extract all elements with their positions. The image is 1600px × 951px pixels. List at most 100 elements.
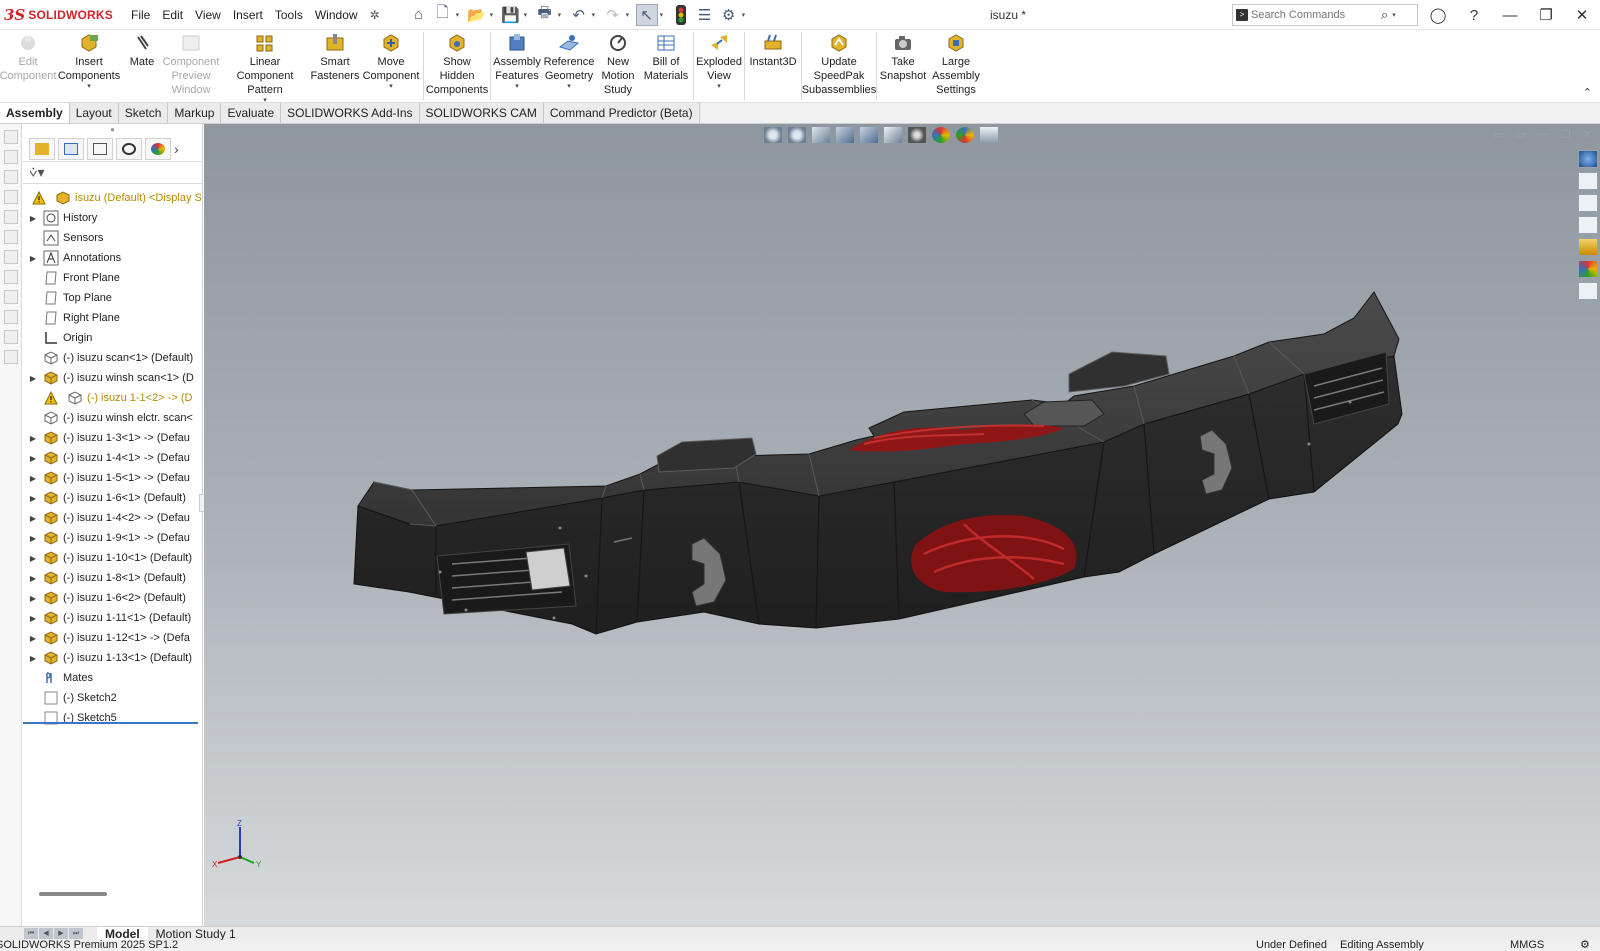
strip-tool-icon[interactable] (3, 250, 18, 264)
mate-button[interactable]: Mate (122, 30, 162, 102)
new-motion-study-button[interactable]: New Motion Study (596, 30, 640, 102)
expand-arrow-icon[interactable]: ▶ (27, 634, 39, 643)
rollback-bar[interactable] (23, 722, 198, 724)
tree-item-sketch2[interactable]: (-) Sketch2 (23, 688, 202, 708)
tab-solidworks-addins[interactable]: SOLIDWORKS Add-Ins (281, 103, 420, 123)
strip-tool-icon[interactable] (3, 170, 18, 184)
undo-icon[interactable]: ↶ (568, 4, 590, 26)
tree-item-isuzu-1-3-1-defau[interactable]: ▶ (-) isuzu 1-3<1> -> (Defau (23, 428, 202, 448)
strip-tool-icon[interactable] (3, 310, 18, 324)
tree-item-isuzu-1-6-2-default[interactable]: ▶ (-) isuzu 1-6<2> (Default) (23, 588, 202, 608)
previous-tab-icon[interactable]: ◀ (39, 928, 53, 939)
tree-item-isuzu-1-1-2-d[interactable]: (-) isuzu 1-1<2> -> (D (23, 388, 202, 408)
tree-item-isuzu-1-6-1-default[interactable]: ▶ (-) isuzu 1-6<1> (Default) (23, 488, 202, 508)
minimize-icon[interactable]: — (1492, 7, 1528, 24)
strip-tool-icon[interactable] (3, 230, 18, 244)
strip-tool-icon[interactable] (3, 190, 18, 204)
select-cursor-icon[interactable]: ↖ (635, 3, 658, 26)
insert-components-button[interactable]: Insert Components ▾ (56, 30, 122, 102)
component-preview-window-button[interactable]: Component Preview Window (162, 30, 220, 102)
panel-drag-handle[interactable]: ● (23, 124, 202, 136)
rebuild-traffic-light-icon[interactable] (670, 4, 692, 26)
options-dropdown-icon[interactable]: ▾ (742, 11, 750, 19)
insert-components-dropdown-icon[interactable]: ▾ (87, 83, 91, 91)
display-manager-tab[interactable] (145, 137, 171, 160)
search-input[interactable] (1251, 9, 1381, 21)
expand-arrow-icon[interactable]: ▶ (27, 654, 39, 663)
tree-root-assembly[interactable]: isuzu (Default) <Display St (23, 188, 202, 208)
unit-system[interactable]: MMGS (1510, 940, 1544, 951)
feature-manager-tab[interactable] (29, 137, 55, 160)
file-properties-icon[interactable]: ☰ (694, 4, 716, 26)
menu-file[interactable]: File (125, 0, 156, 30)
reference-geometry-button[interactable]: Reference Geometry ▾ (542, 30, 596, 102)
undo-dropdown-icon[interactable]: ▾ (592, 11, 600, 19)
menu-view[interactable]: View (189, 0, 227, 30)
smart-fasteners-button[interactable]: Smart Fasteners (310, 30, 360, 102)
expand-arrow-icon[interactable]: ▶ (27, 534, 39, 543)
update-speedpak-button[interactable]: Update SpeedPak Subassemblies (802, 30, 876, 102)
account-icon[interactable]: ◯ (1420, 6, 1456, 24)
search-commands[interactable]: > ⌕ ▾ (1232, 4, 1418, 26)
large-assembly-settings-button[interactable]: Large Assembly Settings (928, 30, 984, 102)
first-tab-icon[interactable]: ⏮ (24, 928, 38, 939)
configuration-manager-tab[interactable] (87, 137, 113, 160)
horizontal-scrollbar[interactable] (39, 892, 107, 896)
tree-item-isuzu-winsh-scan-1-d[interactable]: ▶ (-) isuzu winsh scan<1> (D (23, 368, 202, 388)
tab-layout[interactable]: Layout (69, 103, 119, 123)
expand-arrow-icon[interactable]: ▶ (27, 494, 39, 503)
restore-icon[interactable]: ❐ (1528, 6, 1564, 24)
search-dropdown-icon[interactable]: ▾ (1392, 11, 1396, 19)
open-dropdown-icon[interactable]: ▾ (490, 11, 498, 19)
tree-item-sketch5[interactable]: (-) Sketch5 (23, 708, 202, 728)
reference-geometry-dropdown-icon[interactable]: ▾ (567, 83, 571, 91)
tree-item-isuzu-scan-1-default[interactable]: (-) isuzu scan<1> (Default) (23, 348, 202, 368)
strip-tool-icon[interactable] (3, 210, 18, 224)
tree-item-isuzu-1-11-1-default[interactable]: ▶ (-) isuzu 1-11<1> (Default) (23, 608, 202, 628)
expand-arrow-icon[interactable]: ▶ (27, 214, 39, 223)
tab-command-predictor[interactable]: Command Predictor (Beta) (543, 103, 700, 123)
tab-assembly[interactable]: Assembly (0, 103, 70, 123)
tree-item-origin[interactable]: Origin (23, 328, 202, 348)
pin-menu-icon[interactable]: ✲ (364, 8, 386, 22)
help-icon[interactable]: ? (1456, 7, 1492, 24)
tab-solidworks-cam[interactable]: SOLIDWORKS CAM (419, 103, 544, 123)
strip-tool-icon[interactable] (3, 270, 18, 284)
warning-icon[interactable] (31, 190, 47, 206)
expand-arrow-icon[interactable]: ▶ (27, 254, 39, 263)
move-component-dropdown-icon[interactable]: ▾ (389, 83, 393, 91)
redo-icon[interactable]: ↷ (602, 4, 624, 26)
expand-arrow-icon[interactable]: ▶ (27, 514, 39, 523)
expand-arrow-icon[interactable]: ▶ (27, 594, 39, 603)
solidworks-logo[interactable]: 3S SOLIDWORKS (0, 6, 125, 24)
strip-tool-icon[interactable] (3, 290, 18, 304)
menu-edit[interactable]: Edit (156, 0, 189, 30)
search-icon[interactable]: ⌕ (1381, 7, 1388, 23)
more-tabs-chevron-icon[interactable]: › (174, 141, 179, 157)
tree-item-isuzu-1-4-1-defau[interactable]: ▶ (-) isuzu 1-4<1> -> (Defau (23, 448, 202, 468)
menu-insert[interactable]: Insert (227, 0, 269, 30)
dimxpert-manager-tab[interactable] (116, 137, 142, 160)
filter-icon[interactable]: ⩒▾ (23, 162, 202, 184)
tree-item-isuzu-1-12-1-defa[interactable]: ▶ (-) isuzu 1-12<1> -> (Defa (23, 628, 202, 648)
tab-markup[interactable]: Markup (168, 103, 222, 123)
assembly-features-dropdown-icon[interactable]: ▾ (515, 83, 519, 91)
tab-sketch[interactable]: Sketch (118, 103, 169, 123)
status-options-icon[interactable]: ⚙ (1580, 940, 1590, 951)
open-folder-icon[interactable]: 📂 (466, 4, 488, 26)
strip-tool-icon[interactable] (3, 130, 18, 144)
tree-item-mates[interactable]: Mates (23, 668, 202, 688)
move-component-button[interactable]: Move Component ▾ (360, 30, 422, 102)
tree-item-top-plane[interactable]: Top Plane (23, 288, 202, 308)
strip-tool-icon[interactable] (3, 350, 18, 364)
expand-arrow-icon[interactable]: ▶ (27, 434, 39, 443)
collapse-ribbon-icon[interactable]: ⌃ (1583, 86, 1592, 99)
options-gear-icon[interactable]: ⚙ (718, 4, 740, 26)
tab-evaluate[interactable]: Evaluate (221, 103, 282, 123)
edit-component-button[interactable]: Edit Component (0, 30, 56, 102)
take-snapshot-button[interactable]: Take Snapshot (878, 30, 928, 102)
redo-dropdown-icon[interactable]: ▾ (626, 11, 634, 19)
tree-item-sensors[interactable]: Sensors (23, 228, 202, 248)
tree-item-isuzu-1-5-1-defau[interactable]: ▶ (-) isuzu 1-5<1> -> (Defau (23, 468, 202, 488)
tree-item-isuzu-1-13-1-default[interactable]: ▶ (-) isuzu 1-13<1> (Default) (23, 648, 202, 668)
